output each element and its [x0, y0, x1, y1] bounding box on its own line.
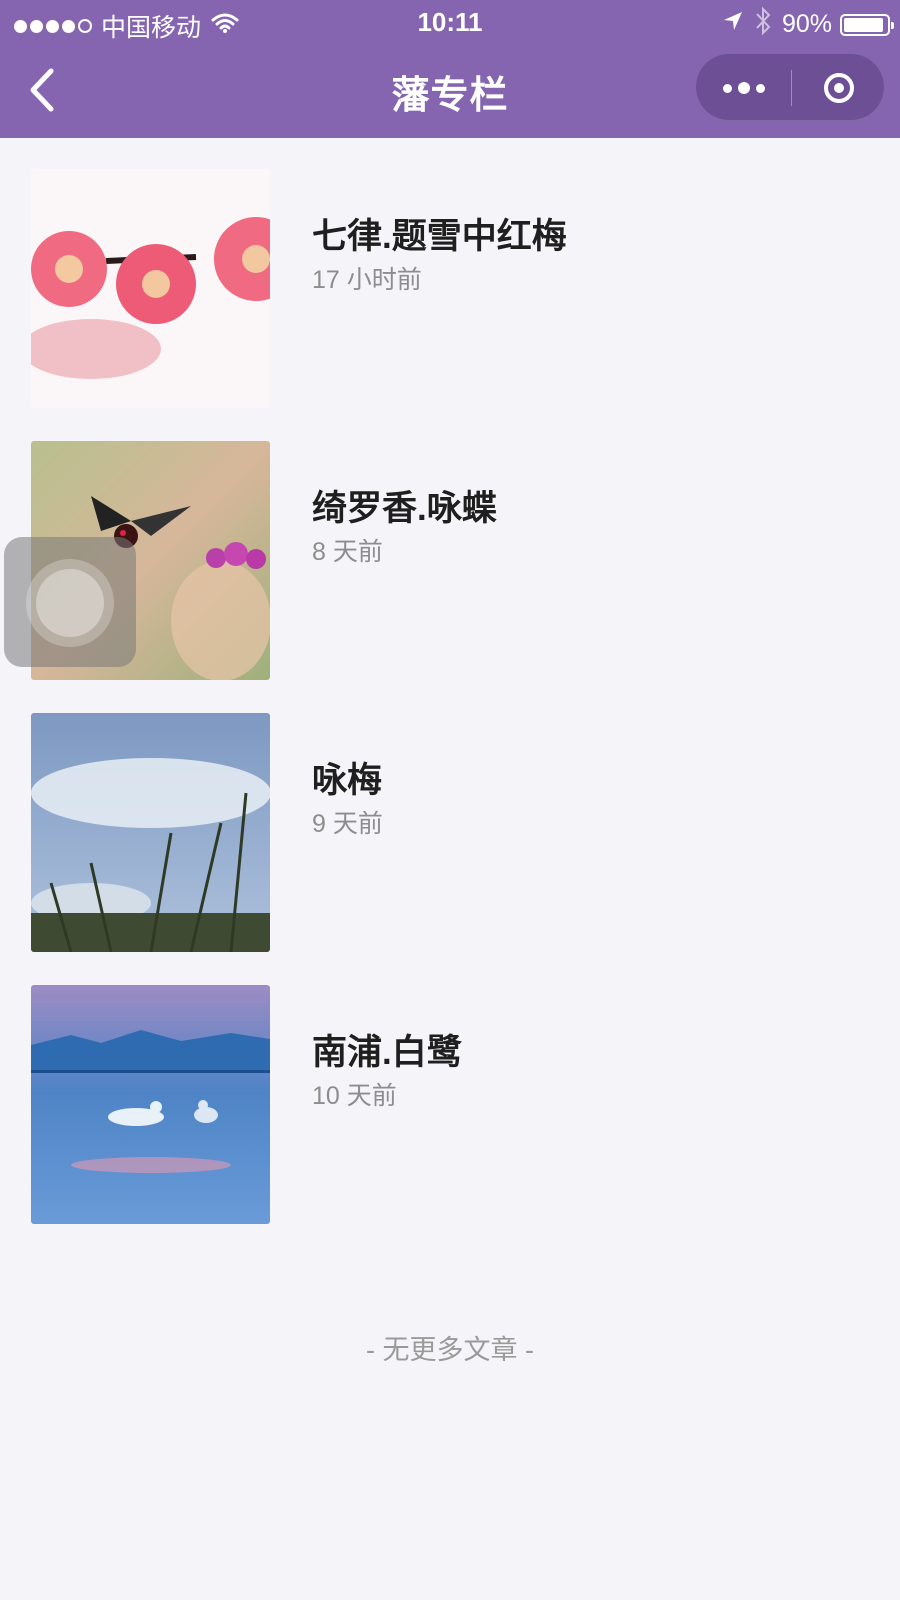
article-thumbnail — [31, 713, 270, 952]
header: 中国移动 10:11 90% 藩专栏 — [0, 0, 900, 138]
more-dots-icon — [722, 83, 732, 93]
close-ring-icon — [824, 73, 854, 103]
list-item[interactable]: 南浦.白鹭 10 天前 — [0, 954, 900, 1224]
location-arrow-icon — [722, 10, 744, 39]
status-right: 90% — [722, 6, 894, 43]
article-thumbnail — [31, 985, 270, 1224]
article-time: 10 天前 — [312, 1082, 397, 1110]
menu-capsule — [695, 53, 885, 121]
more-button[interactable] — [696, 54, 791, 122]
no-more-articles-label: - 无更多文章 - — [366, 1335, 534, 1365]
article-time: 17 小时前 — [312, 266, 422, 294]
battery-icon — [840, 13, 894, 36]
list-item[interactable]: 咏梅 9 天前 — [0, 682, 900, 952]
list-item[interactable]: 七律.题雪中红梅 17 小时前 — [0, 138, 900, 408]
floating-assistive-button[interactable] — [4, 537, 136, 667]
bluetooth-icon — [754, 6, 772, 43]
article-time: 9 天前 — [312, 810, 383, 838]
article-title: 咏梅 — [312, 761, 383, 800]
article-title: 绮罗香.咏蝶 — [312, 489, 497, 528]
battery-percent: 90% — [781, 10, 832, 38]
article-thumbnail — [31, 169, 270, 408]
status-bar: 中国移动 10:11 90% — [0, 0, 900, 46]
article-title: 七律.题雪中红梅 — [312, 217, 567, 256]
article-title: 南浦.白鹭 — [312, 1033, 462, 1072]
close-button[interactable] — [792, 54, 886, 122]
article-time: 8 天前 — [312, 538, 383, 566]
